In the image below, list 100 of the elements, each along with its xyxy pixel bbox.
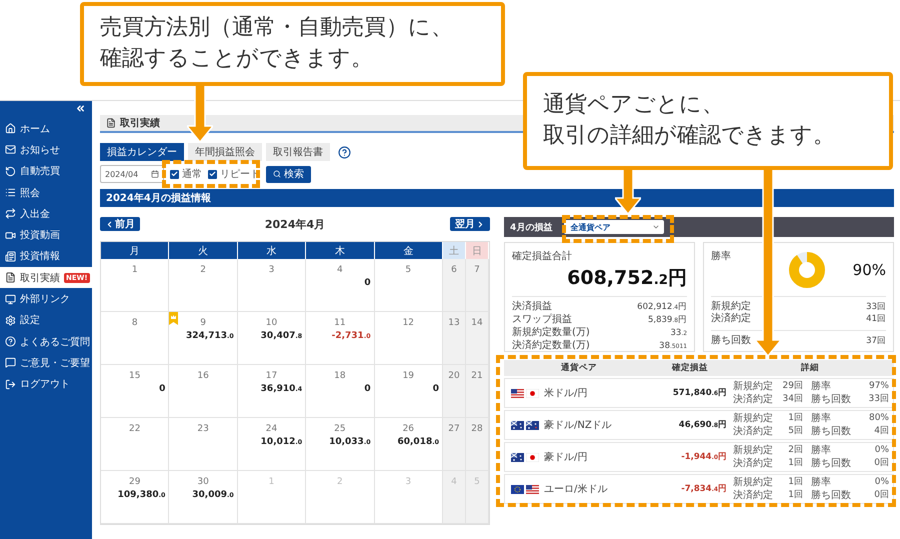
checkbox[interactable] [170, 170, 179, 178]
detail-label: 勝ち回数 [811, 425, 852, 438]
day-cell[interactable]: 16 [169, 365, 238, 418]
flag-icon [526, 484, 539, 494]
sidebar-item[interactable]: 自動売買 [0, 160, 92, 182]
flag-icon [511, 388, 524, 398]
detail-value: 1回 [787, 412, 803, 425]
callout-text: 売買方法別（通常・自動売買）に、 確認することができます。 [100, 14, 453, 73]
day-number: 15 [128, 371, 140, 381]
day-cell[interactable]: 3 [238, 259, 306, 312]
home-icon [5, 123, 16, 134]
sidebar-item[interactable]: 投資情報 [0, 246, 92, 268]
day-cell[interactable]: 15 0 [101, 365, 170, 418]
page-title: 取引実績 [120, 116, 160, 130]
detail-label: 勝率 [811, 412, 832, 425]
day-cell[interactable]: 7 [466, 259, 489, 312]
day-number: 8 [132, 318, 138, 328]
calendar-icon [151, 170, 159, 178]
total-profit: 608,752.2円 [567, 266, 687, 291]
sidebar-item[interactable]: よくあるご質問 [0, 330, 92, 352]
detail-value: 1回 [787, 457, 803, 470]
sidebar-item[interactable]: 入出金 [0, 203, 92, 224]
sidebar-item[interactable]: ホーム [0, 118, 92, 140]
day-number: 22 [128, 424, 140, 434]
sidebar-item[interactable]: 設定 [0, 310, 92, 331]
detail-label: 決済約定 [733, 489, 774, 502]
repeat-icon [5, 208, 16, 220]
weekday-header: 金 [374, 242, 443, 259]
column-header: 詳細 [800, 362, 820, 374]
detail-value: 2回 [787, 444, 803, 457]
flag-icon [511, 484, 524, 494]
sidebar-item[interactable]: 投資動画 [0, 224, 92, 246]
sidebar-item[interactable]: 外部リンク [0, 288, 92, 310]
pair-name: 豪ドル/NZドル [544, 418, 612, 432]
day-number: 3 [405, 477, 412, 487]
day-cell[interactable]: 13 [443, 312, 466, 365]
day-number: 20 [448, 371, 460, 381]
detail-value: 34回 [782, 393, 803, 406]
tab[interactable]: 年間損益照会 [188, 143, 262, 161]
search-button[interactable]: 検索 [266, 166, 311, 182]
chevron-right-icon [476, 220, 485, 228]
sidebar-item[interactable]: ご意見・ご要望 [0, 352, 92, 374]
day-cell[interactable]: 27 [443, 418, 466, 471]
day-cell[interactable]: 20 [443, 365, 466, 418]
day-cell[interactable]: 4 0 [306, 259, 375, 312]
stat-label: 決済約定数量(万) [512, 340, 590, 353]
day-number: 1 [132, 265, 138, 275]
pair-select[interactable]: 全通貨ペア [564, 220, 664, 234]
card-label: 確定損益合計 [512, 250, 573, 263]
day-cell[interactable]: 2 [169, 259, 238, 312]
month-field[interactable]: 2024/04 [100, 165, 164, 183]
flag-icon [526, 452, 539, 462]
tab[interactable]: 取引報告書 [266, 143, 330, 161]
prev-month-button[interactable]: 前月 [100, 217, 140, 231]
help-icon[interactable] [338, 146, 351, 158]
stat-value: 41回 [866, 313, 886, 325]
stat-label: 新規約定数量(万) [512, 327, 590, 340]
detail-value: 0回 [873, 457, 889, 470]
day-cell[interactable]: 5 [374, 259, 443, 312]
monitor-icon [5, 294, 16, 305]
collapse-icon[interactable] [75, 103, 86, 114]
detail-label: 新規約定 [733, 380, 774, 393]
day-cell[interactable]: 8 [101, 312, 170, 365]
sidebar-item[interactable]: ログアウト [0, 374, 92, 395]
day-number: 7 [474, 265, 480, 275]
day-cell[interactable]: 1 [101, 259, 170, 312]
flag-icon [511, 452, 524, 462]
detail-label: 勝率 [811, 476, 832, 489]
day-number: 5 [405, 265, 412, 275]
sidebar-item[interactable]: お知らせ [0, 139, 92, 161]
column-header: 確定損益 [670, 362, 709, 374]
tab[interactable]: 損益カレンダー [100, 143, 184, 161]
day-cell[interactable]: 19 0 [374, 365, 443, 418]
checkbox[interactable] [208, 170, 217, 178]
day-number: 19 [402, 371, 414, 381]
day-cell[interactable]: 14 [466, 312, 489, 365]
day-cell[interactable]: 18 0 [306, 365, 375, 418]
mail-icon [5, 144, 16, 156]
day-cell[interactable]: 28 [466, 418, 489, 471]
day-cell[interactable]: 22 [101, 418, 170, 471]
day-number: 9 [200, 318, 206, 328]
day-cell[interactable]: 6 [443, 259, 466, 312]
caret-icon [652, 223, 660, 231]
next-month-button[interactable]: 翌月 [450, 217, 490, 231]
day-cell[interactable]: 21 [466, 365, 489, 418]
day-cell[interactable]: 23 [169, 418, 238, 471]
detail-value: 1回 [787, 476, 803, 489]
sidebar-item[interactable]: 照会 [0, 182, 92, 204]
day-number: 28 [471, 424, 483, 434]
day-cell[interactable]: 12 [374, 312, 443, 365]
document-icon [106, 118, 116, 128]
flag-icon [526, 388, 539, 398]
day-number: 10 [266, 318, 278, 328]
detail-value: 1回 [787, 489, 803, 502]
day-number: 29 [128, 477, 140, 487]
detail-label: 新規約定 [733, 444, 774, 457]
stat-label: 決済損益 [512, 301, 552, 314]
pair-name: 豪ドル/円 [544, 450, 588, 464]
day-number: 14 [471, 318, 483, 328]
rotate-icon [5, 166, 16, 177]
